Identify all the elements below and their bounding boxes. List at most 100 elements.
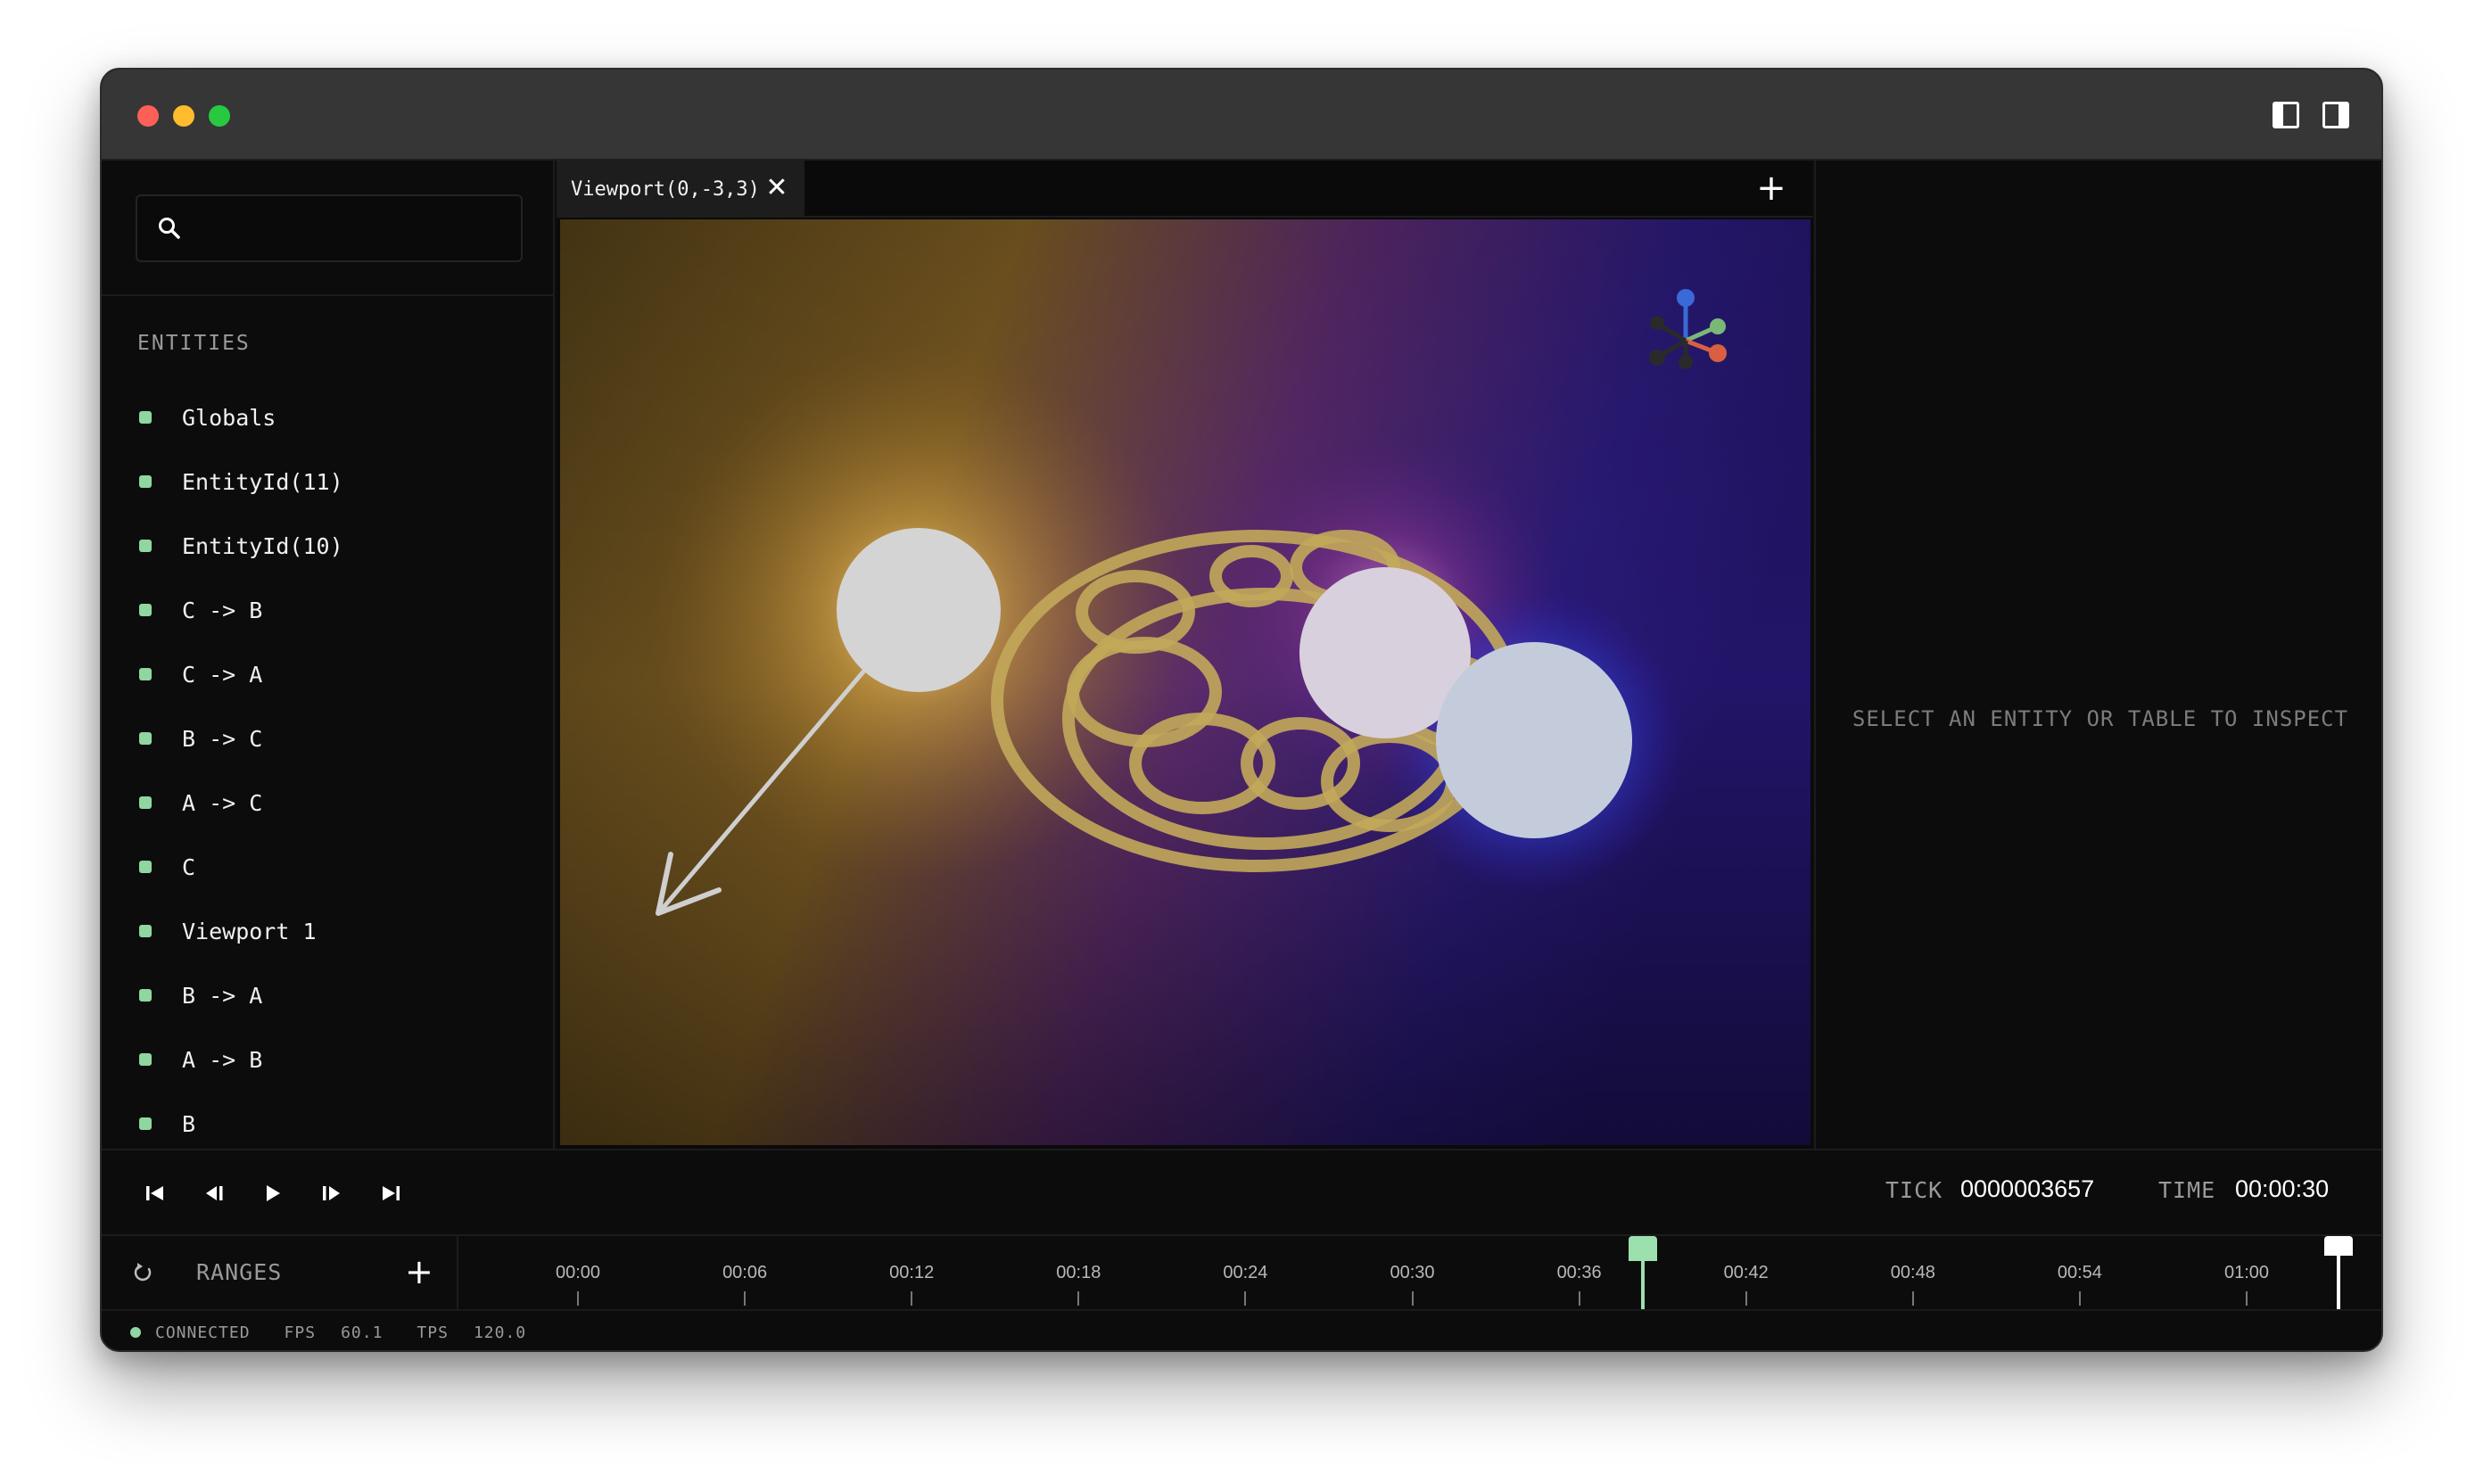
entities-sidebar: ENTITIES Globals EntityId(11) EntityId(10)… [102,161,555,1149]
timeline-tick-label: 00:48 [1890,1263,1935,1282]
timeline-tick-label: 00:36 [1556,1263,1602,1282]
time-label: TIME [2158,1177,2216,1203]
search-icon [159,218,180,239]
entity-label: A -> C [182,789,263,816]
skip-to-start-icon [146,1186,163,1200]
entity-label: B -> A [182,982,263,1009]
sidebar-divider [102,294,555,296]
add-viewport-icon[interactable]: + [1755,170,1787,206]
add-range-icon[interactable]: + [405,1252,433,1291]
step-back-button[interactable] [198,1177,230,1209]
minimize-window-button[interactable] [173,105,194,127]
timeline-tick-label: 00:54 [2057,1263,2102,1282]
timeline-tick-line [744,1291,747,1306]
timeline-tick-label: 00:00 [555,1263,601,1282]
entity-item[interactable]: B -> A [137,963,530,1027]
tps-label: TPS [417,1323,449,1342]
entity-status-dot [139,732,152,745]
timeline-tick-line [1578,1291,1580,1306]
time-value: 00:00:30 [2235,1175,2330,1202]
timeline-tick-label: 00:42 [1723,1263,1769,1282]
entity-label: Viewport 1 [182,918,317,944]
timeline-tick-line [1077,1291,1080,1306]
skip-to-end-icon [383,1186,400,1200]
entity-status-dot [139,1117,152,1130]
entity-item[interactable]: Globals [137,385,530,449]
entity-label: EntityId(11) [182,468,343,495]
entity-status-dot [139,1053,152,1066]
tab-viewport-label: Viewport(0,-3,3) [571,177,760,201]
entity-label: B -> C [182,725,263,752]
entity-item[interactable]: EntityId(10) [137,514,530,578]
viewport-panel: Viewport(0,-3,3) ✕ + [557,161,1812,1149]
skip-to-start-button[interactable] [139,1177,171,1209]
timeline-tick-line [1411,1291,1414,1306]
ranges-column: RANGES + [102,1236,458,1309]
end-marker-handle[interactable] [2324,1236,2353,1256]
play-button[interactable] [257,1177,289,1209]
inspector-panel: SELECT AN ENTITY OR TABLE TO INSPECT [1814,161,2381,1149]
sun-c[interactable] [1436,642,1632,838]
inspector-empty-message: SELECT AN ENTITY OR TABLE TO INSPECT [1852,706,2349,731]
end-marker-line [2337,1254,2340,1309]
timeline-tick-line [577,1291,579,1306]
entity-status-dot [139,475,152,488]
entity-label: EntityId(10) [182,532,343,559]
entity-label: C -> A [182,661,263,688]
entities-heading: ENTITIES [137,332,251,355]
timeline-ruler[interactable]: 01:1201:0601:0000:5400:4800:4200:3600:30… [458,1236,2381,1309]
sun-a[interactable] [837,528,1001,692]
entity-label: C -> B [182,597,263,623]
entity-item[interactable]: C -> A [137,642,530,706]
entity-item[interactable]: C -> B [137,578,530,642]
entity-item[interactable]: A -> C [137,771,530,835]
tick-value: 0000003657 [1960,1175,2095,1202]
entity-item[interactable]: B -> C [137,706,530,771]
timeline-tick-label: 00:06 [722,1263,768,1282]
title-bar [102,70,2381,161]
entity-status-dot [139,604,152,616]
tick-label: TICK [1885,1177,1943,1203]
ranges-label: RANGES [196,1259,283,1285]
search-input[interactable] [191,209,512,248]
scene-render[interactable] [560,219,1811,1145]
entity-item[interactable]: Viewport 1 [137,899,530,963]
timeline-tick-line [2078,1291,2081,1306]
entity-status-dot [139,540,152,552]
timeline-tick-label: 01:00 [2223,1263,2270,1282]
timeline-tick-label: 00:30 [1390,1263,1435,1282]
maximize-window-button[interactable] [209,105,230,127]
entity-status-dot [139,861,152,873]
current-time-marker[interactable] [1629,1236,1657,1261]
toggle-left-panel-icon[interactable] [2273,102,2299,128]
connection-status: CONNECTED [155,1323,251,1342]
play-icon [267,1185,280,1201]
entity-status-dot [139,796,152,809]
entity-label: B [182,1110,196,1137]
tps-value: 120.0 [473,1323,527,1342]
entity-label: A -> B [182,1046,263,1073]
step-forward-button[interactable] [316,1177,348,1209]
entity-item[interactable]: C [137,835,530,899]
tab-viewport[interactable]: Viewport(0,-3,3) ✕ [557,161,804,218]
timeline-tick-label: 00:12 [889,1263,935,1282]
reset-icon[interactable] [132,1261,155,1284]
entity-label: Globals [182,404,276,431]
search-box[interactable] [136,194,523,262]
connection-status-dot [130,1327,141,1338]
toggle-right-panel-icon[interactable] [2322,102,2349,128]
step-back-icon [206,1186,223,1200]
timeline-tick-label: 00:24 [1223,1263,1268,1282]
close-tab-icon[interactable]: ✕ [765,175,788,202]
timeline-tick-line [1244,1291,1247,1306]
entity-status-dot [139,925,152,937]
viewport-scene[interactable] [560,219,1811,1145]
entity-item[interactable]: A -> B [137,1027,530,1092]
close-window-button[interactable] [137,105,159,127]
entity-item[interactable]: EntityId(11) [137,449,530,514]
timeline-tick-line [1745,1291,1747,1306]
skip-to-end-button[interactable] [375,1177,407,1209]
entity-item[interactable]: B [137,1092,530,1156]
current-time-line [1641,1261,1645,1309]
timeline-tick-label: 00:18 [1056,1263,1101,1282]
